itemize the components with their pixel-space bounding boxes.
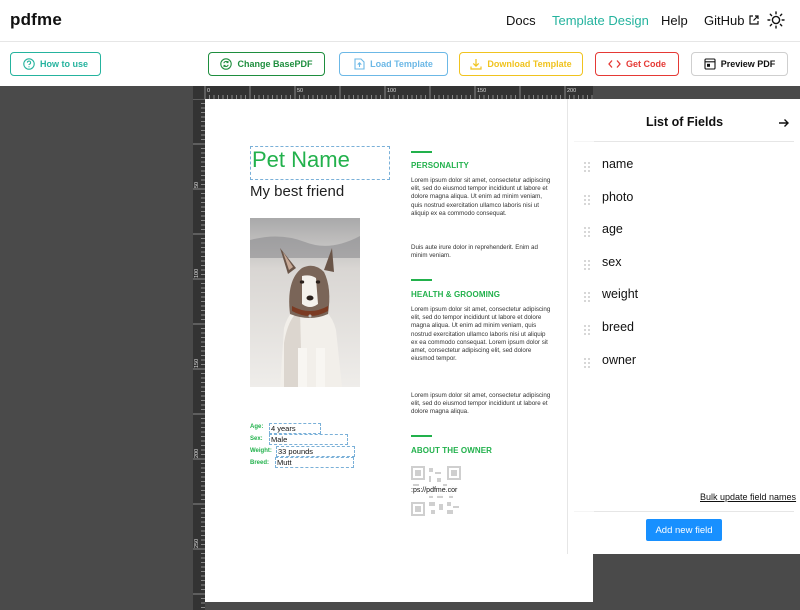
- field-age[interactable]: 4 years: [269, 423, 321, 434]
- field-list-panel: List of Fields name photo age sex weight bree…: [567, 99, 800, 554]
- download-icon: [470, 59, 482, 70]
- ruler-label: 150: [194, 359, 200, 368]
- field-list-item[interactable]: breed: [574, 320, 794, 344]
- section-text-personality[interactable]: Lorem ipsum dolor sit amet, consectetur …: [411, 177, 551, 218]
- ruler-label: 200: [567, 88, 576, 94]
- get-code-button[interactable]: Get Code: [595, 52, 679, 76]
- section-title-health: HEALTH & GROOMING: [411, 290, 501, 299]
- info-label-sex: Sex:: [250, 436, 263, 442]
- nav-link-template-design[interactable]: Template Design: [552, 13, 649, 28]
- panel-title: List of Fields: [645, 115, 724, 129]
- panel-overlay: [568, 99, 594, 554]
- field-list-item[interactable]: age: [574, 222, 794, 246]
- ruler-label: 150: [477, 88, 486, 94]
- field-list-item-label: sex: [602, 254, 622, 269]
- field-list-item-label: name: [602, 157, 634, 171]
- nav-link-docs[interactable]: Docs: [506, 13, 536, 28]
- preview-pdf-button[interactable]: Preview PDF: [691, 52, 788, 76]
- ruler-horizontal: 0 50 100 150 200: [193, 86, 593, 99]
- field-sex[interactable]: Male: [269, 434, 348, 445]
- brand-logo[interactable]: pdfme: [10, 10, 62, 30]
- field-list-item-label: owner: [602, 352, 637, 367]
- download-template-button[interactable]: Download Template: [459, 52, 583, 76]
- external-link-icon: [749, 15, 759, 25]
- ruler-label: 0: [207, 88, 210, 94]
- ruler-label: 100: [194, 269, 200, 278]
- ruler-label: 50: [297, 88, 303, 94]
- field-weight[interactable]: 33 pounds: [276, 446, 355, 457]
- nav-link-github-label: GitHub: [704, 13, 745, 28]
- section-title-personality: PERSONALITY: [411, 161, 469, 170]
- preview-pdf-label: Preview PDF: [720, 59, 776, 69]
- toolbar: How to use Change BasePDF Load Template …: [0, 43, 800, 86]
- field-list-item-label: photo: [602, 189, 634, 204]
- field-list-item[interactable]: sex: [574, 255, 794, 279]
- panel-divider: [574, 141, 794, 142]
- arrow-right-icon[interactable]: [778, 117, 790, 129]
- section-text-health[interactable]: Lorem ipsum dolor sit amet, consectetur …: [411, 306, 551, 363]
- info-label-age: Age:: [250, 424, 264, 430]
- section-text-personality-2[interactable]: Duis aute irure dolor in reprehenderit. …: [411, 244, 551, 260]
- add-new-field-button[interactable]: Add new field: [646, 519, 722, 541]
- field-list-item-label: weight: [602, 287, 639, 302]
- field-breed[interactable]: Mutt: [275, 457, 354, 468]
- bulk-update-link[interactable]: Bulk update field names: [700, 492, 796, 502]
- how-to-use-button[interactable]: How to use: [10, 52, 101, 76]
- panel-divider: [574, 511, 794, 512]
- pdf-page[interactable]: Pet Name My best friend Age: 4 years Sex…: [205, 99, 593, 602]
- section-rule: [411, 279, 432, 281]
- refresh-circle-icon: [220, 58, 233, 70]
- info-label-weight: Weight:: [250, 448, 272, 454]
- field-list-item[interactable]: owner: [574, 353, 794, 377]
- section-rule: [411, 151, 432, 153]
- ruler-label: 50: [194, 182, 200, 188]
- field-list-item[interactable]: name: [574, 157, 794, 181]
- top-nav: pdfme Docs Template Design Help GitHub: [0, 0, 800, 42]
- change-basepdf-label: Change BasePDF: [237, 59, 313, 69]
- question-circle-icon: [23, 58, 35, 70]
- how-to-use-label: How to use: [39, 59, 88, 69]
- get-code-label: Get Code: [625, 59, 666, 69]
- field-list-item[interactable]: weight: [574, 287, 794, 311]
- qr-url-text: :ps://pdfme.cor: [411, 486, 461, 496]
- field-list-item-label: age: [602, 222, 623, 237]
- ruler-label: 250: [194, 539, 200, 548]
- nav-link-github[interactable]: GitHub: [704, 13, 759, 28]
- section-rule: [411, 435, 432, 437]
- ruler-vertical-ticks: 50 100 150 200 250: [193, 99, 205, 608]
- field-list-item[interactable]: photo: [574, 190, 794, 214]
- info-label-breed: Breed:: [250, 460, 270, 466]
- ruler-label: 200: [194, 449, 200, 458]
- section-text-health-2[interactable]: Lorem ipsum dolor sit amet, consectetur …: [411, 392, 551, 417]
- nav-link-help[interactable]: Help: [661, 13, 688, 28]
- field-pet-name[interactable]: Pet Name: [250, 146, 390, 180]
- sun-icon[interactable]: [767, 11, 785, 29]
- field-list-item-label: breed: [602, 320, 634, 334]
- download-template-label: Download Template: [487, 59, 572, 69]
- load-template-button[interactable]: Load Template: [339, 52, 448, 76]
- upload-file-icon: [354, 58, 365, 70]
- code-icon: [608, 60, 621, 68]
- load-template-label: Load Template: [370, 59, 433, 69]
- change-basepdf-button[interactable]: Change BasePDF: [208, 52, 325, 76]
- dog-photo: [250, 218, 360, 387]
- ruler-vertical: 50 100 150 200 250: [193, 99, 205, 610]
- field-photo[interactable]: [250, 218, 360, 387]
- preview-icon: [704, 58, 716, 70]
- ruler-horizontal-ticks: 0 50 100 150 200: [204, 86, 593, 99]
- section-title-owner: ABOUT THE OWNER: [411, 446, 493, 455]
- ruler-label: 100: [387, 88, 396, 94]
- field-subtitle[interactable]: My best friend: [250, 183, 344, 200]
